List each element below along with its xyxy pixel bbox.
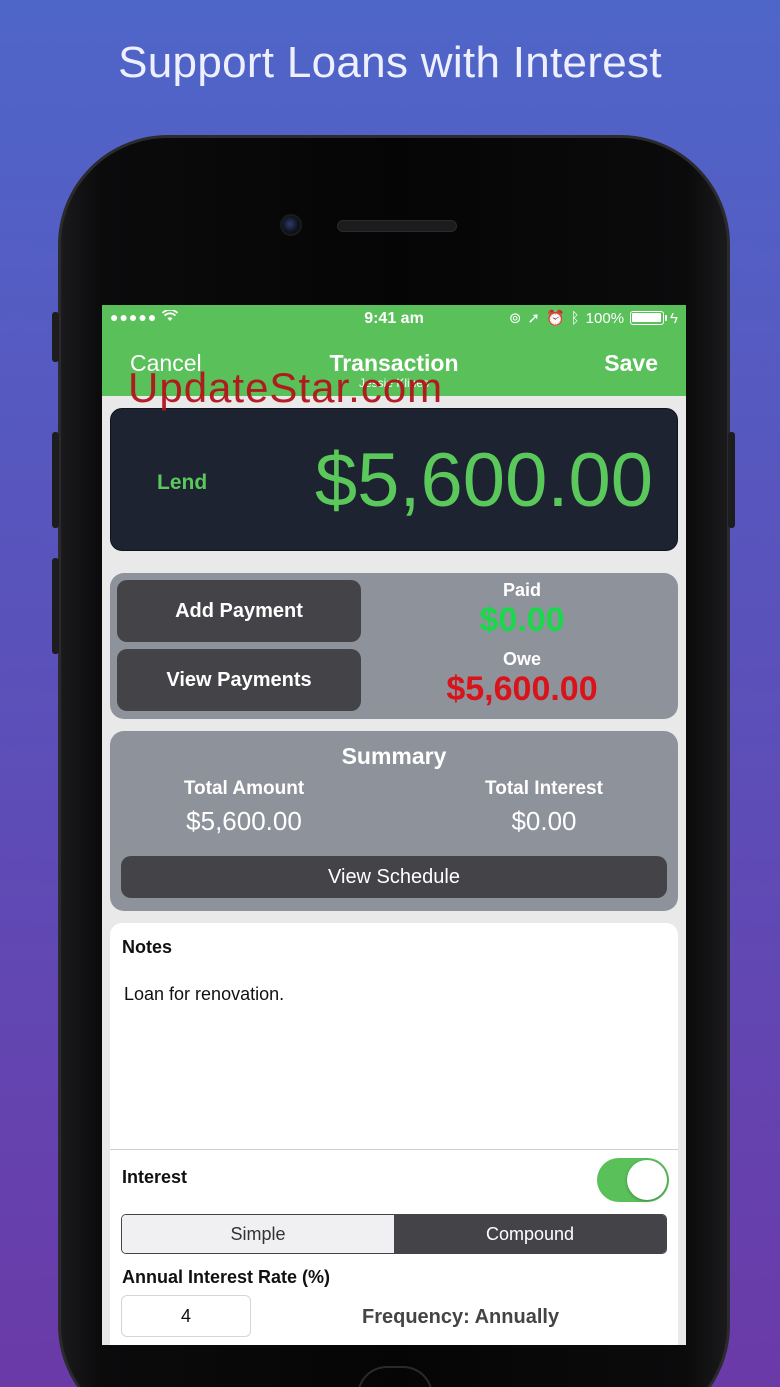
volume-up-button bbox=[52, 432, 59, 528]
summary-card: Summary Total Amount $5,600.00 Total Int… bbox=[110, 731, 678, 911]
add-payment-button[interactable]: Add Payment bbox=[117, 580, 361, 642]
volume-down-button bbox=[52, 558, 59, 654]
total-amount-value: $5,600.00 bbox=[186, 806, 302, 836]
headline: Support Loans with Interest bbox=[118, 38, 662, 87]
charging-icon: ϟ bbox=[670, 309, 678, 327]
payments-card: Add Payment View Payments Paid $0.00 Owe… bbox=[110, 573, 678, 719]
annual-rate-input[interactable] bbox=[121, 1295, 251, 1337]
rotation-lock-icon: ⊚ bbox=[508, 310, 522, 327]
owe-value: $5,600.00 bbox=[446, 670, 598, 708]
segment-compound[interactable]: Compound bbox=[394, 1215, 666, 1253]
alarm-icon: ⏰ bbox=[545, 310, 565, 327]
app-screen: ●●●●● 9:41 am ⊚ ➚ ⏰ ᛒ 100% ϟ Cancel Tran… bbox=[102, 305, 686, 1345]
mute-switch bbox=[52, 312, 59, 362]
owe-label: Owe bbox=[502, 649, 541, 669]
nav-bar: ●●●●● 9:41 am ⊚ ➚ ⏰ ᛒ 100% ϟ Cancel Tran… bbox=[102, 305, 686, 396]
total-interest-label: Total Interest bbox=[485, 778, 603, 799]
home-button bbox=[357, 1366, 433, 1387]
interest-label: Interest bbox=[122, 1167, 188, 1187]
total-amount-label: Total Amount bbox=[183, 778, 305, 799]
paid-label: Paid bbox=[502, 580, 541, 600]
nav-subtitle: Jessie Klines bbox=[358, 376, 430, 390]
amount-card[interactable]: Lend $5,600.00 bbox=[110, 408, 678, 551]
location-icon: ➚ bbox=[527, 310, 540, 327]
front-camera bbox=[280, 214, 302, 236]
view-schedule-button[interactable]: View Schedule bbox=[121, 856, 667, 898]
amount-value[interactable]: $5,600.00 bbox=[315, 437, 653, 524]
status-right: ⊚ ➚ ⏰ ᛒ 100% ϟ bbox=[508, 309, 678, 328]
status-bar: ●●●●● 9:41 am ⊚ ➚ ⏰ ᛒ 100% ϟ bbox=[102, 305, 686, 333]
notes-label: Notes bbox=[122, 937, 173, 957]
transaction-type-label[interactable]: Lend bbox=[157, 471, 207, 495]
paid-value: $0.00 bbox=[479, 601, 565, 639]
nav-title: Transaction bbox=[329, 350, 459, 376]
frequency-selector[interactable]: Frequency: Annually bbox=[362, 1306, 559, 1329]
save-button[interactable]: Save bbox=[604, 350, 658, 377]
earpiece-speaker bbox=[337, 220, 457, 232]
annual-rate-label: Annual Interest Rate (%) bbox=[122, 1267, 331, 1287]
summary-title: Summary bbox=[341, 743, 447, 769]
battery-icon bbox=[630, 311, 668, 325]
total-interest-value: $0.00 bbox=[511, 806, 577, 836]
divider bbox=[110, 1149, 678, 1150]
power-button bbox=[728, 432, 735, 528]
interest-toggle[interactable] bbox=[597, 1158, 669, 1202]
toggle-knob bbox=[627, 1160, 667, 1200]
battery-percent: 100% bbox=[585, 309, 625, 327]
view-payments-button[interactable]: View Payments bbox=[117, 649, 361, 711]
interest-type-segmented-control: Simple Compound bbox=[121, 1214, 667, 1254]
bluetooth-icon: ᛒ bbox=[570, 309, 580, 327]
battery-fill bbox=[632, 313, 662, 322]
notes-text-area[interactable]: Loan for renovation. bbox=[124, 984, 284, 1005]
notes-card: Notes Loan for renovation. Interest Simp… bbox=[110, 923, 678, 1345]
segment-simple[interactable]: Simple bbox=[122, 1215, 394, 1253]
